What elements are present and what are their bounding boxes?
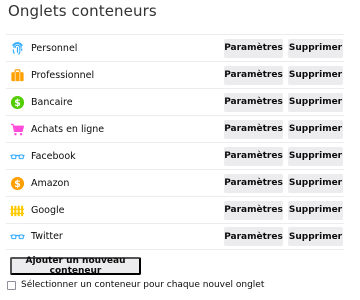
glasses-icon — [9, 148, 25, 164]
delete-button-google[interactable]: Supprimer — [288, 200, 343, 220]
container-name: Professionnel — [31, 69, 95, 81]
settings-button-amazon[interactable]: Paramètres — [224, 173, 283, 193]
fingerprint-icon — [9, 40, 25, 56]
dollar-icon: $ — [9, 175, 25, 191]
cart-icon — [9, 121, 25, 137]
svg-text:$: $ — [14, 97, 21, 108]
container-row-personnel: Personnel Paramètres Supprimer — [6, 34, 344, 61]
settings-button-personnel[interactable]: Paramètres — [224, 38, 283, 58]
container-name: Achats en ligne — [31, 123, 105, 135]
settings-button-google[interactable]: Paramètres — [224, 200, 283, 220]
delete-button-bancaire[interactable]: Supprimer — [288, 92, 343, 112]
container-name: Amazon — [31, 177, 70, 189]
dollar-icon: $ — [9, 94, 25, 110]
new-tab-container-option[interactable]: Sélectionner un conteneur pour chaque no… — [7, 280, 264, 290]
add-container-button[interactable]: Ajouter un nouveau conteneur — [10, 256, 141, 276]
container-list: Personnel Paramètres Supprimer Professio… — [6, 34, 344, 250]
delete-button-twitter[interactable]: Supprimer — [288, 227, 343, 246]
container-name: Facebook — [31, 150, 76, 162]
delete-button-personnel[interactable]: Supprimer — [288, 38, 343, 58]
settings-button-achats[interactable]: Paramètres — [224, 119, 283, 139]
delete-button-professionnel[interactable]: Supprimer — [288, 65, 343, 85]
briefcase-icon — [9, 67, 25, 83]
glasses-icon — [9, 229, 25, 245]
settings-button-twitter[interactable]: Paramètres — [224, 227, 283, 246]
settings-button-facebook[interactable]: Paramètres — [224, 146, 283, 166]
container-row-professionnel: Professionnel Paramètres Supprimer — [6, 61, 344, 88]
svg-text:$: $ — [14, 178, 21, 189]
container-name: Google — [31, 204, 65, 216]
section-title: Onglets conteneurs — [8, 2, 157, 20]
container-row-bancaire: $ Bancaire Paramètres Supprimer — [6, 88, 344, 115]
delete-button-facebook[interactable]: Supprimer — [288, 146, 343, 166]
delete-button-amazon[interactable]: Supprimer — [288, 173, 343, 193]
select-container-label[interactable]: Sélectionner un conteneur pour chaque no… — [21, 280, 264, 290]
container-name: Twitter — [31, 231, 63, 242]
container-row-facebook: Facebook Paramètres Supprimer — [6, 142, 344, 169]
fence-icon — [9, 202, 25, 218]
select-container-checkbox[interactable] — [7, 280, 16, 290]
settings-button-bancaire[interactable]: Paramètres — [224, 92, 283, 112]
container-name: Personnel — [31, 42, 78, 54]
container-row-achats: Achats en ligne Paramètres Supprimer — [6, 115, 344, 142]
container-row-amazon: $ Amazon Paramètres Supprimer — [6, 169, 344, 196]
settings-button-professionnel[interactable]: Paramètres — [224, 65, 283, 85]
container-name: Bancaire — [31, 96, 73, 108]
container-row-twitter: Twitter Paramètres Supprimer — [6, 223, 344, 250]
delete-button-achats[interactable]: Supprimer — [288, 119, 343, 139]
container-row-google: Google Paramètres Supprimer — [6, 196, 344, 223]
